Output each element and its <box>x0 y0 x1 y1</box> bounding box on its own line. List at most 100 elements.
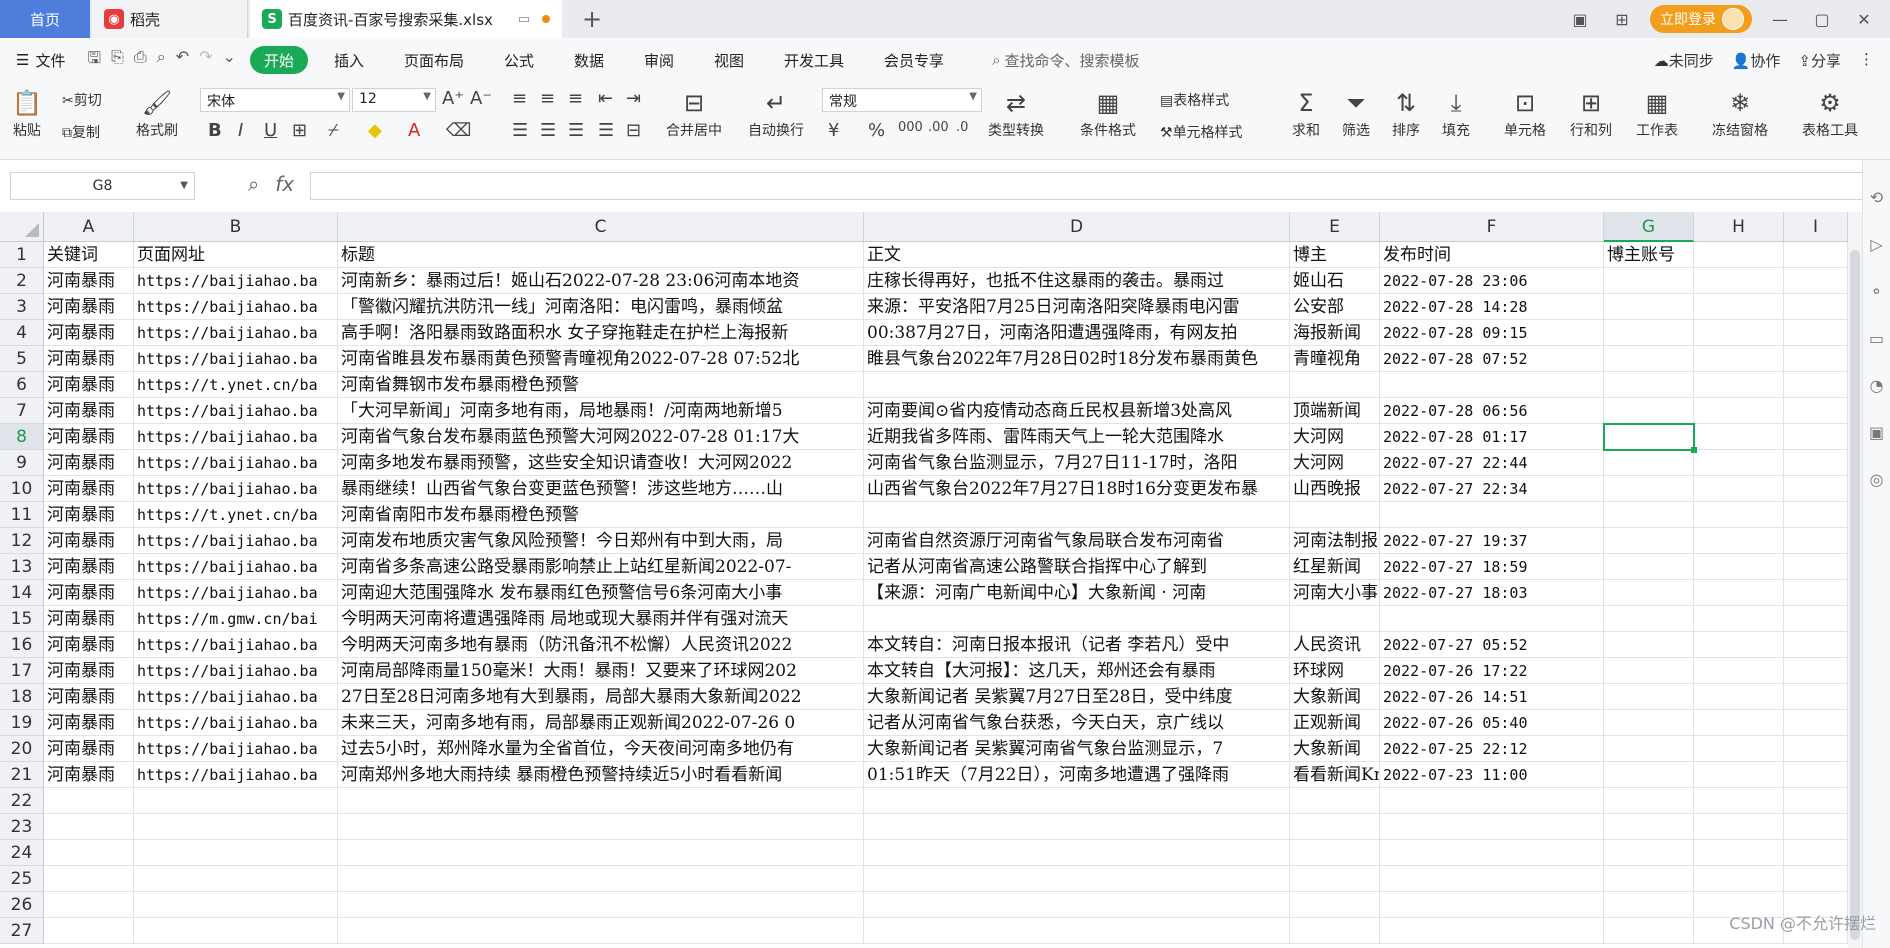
cell-a9[interactable]: 河南暴雨 <box>44 450 134 476</box>
cell-e6[interactable] <box>1290 372 1380 398</box>
cell-h15[interactable] <box>1694 606 1784 632</box>
row-header-1[interactable]: 1 <box>0 242 44 268</box>
cell-i25[interactable] <box>1784 866 1848 892</box>
cell-a26[interactable] <box>44 892 134 918</box>
side-tool-icon[interactable]: ◔ <box>1863 376 1890 395</box>
cell-e26[interactable] <box>1290 892 1380 918</box>
cell-g17[interactable] <box>1604 658 1694 684</box>
cell-f14[interactable]: 2022-07-27 18:03 <box>1380 580 1604 606</box>
align-right-icon[interactable]: ☰ <box>568 120 584 141</box>
cell-c24[interactable] <box>338 840 864 866</box>
cell-h5[interactable] <box>1694 346 1784 372</box>
tab-data[interactable]: 数据 <box>554 38 624 82</box>
cell-a15[interactable]: 河南暴雨 <box>44 606 134 632</box>
cell-d1[interactable]: 正文 <box>864 242 1290 268</box>
cell-a13[interactable]: 河南暴雨 <box>44 554 134 580</box>
cell-g4[interactable] <box>1604 320 1694 346</box>
cell-e8[interactable]: 大河网 <box>1290 424 1380 450</box>
table-tools-button[interactable]: ⚙ 表格工具 <box>1802 86 1858 140</box>
cell-h13[interactable] <box>1694 554 1784 580</box>
undo-icon[interactable]: ↶ <box>176 47 189 74</box>
cell-a5[interactable]: 河南暴雨 <box>44 346 134 372</box>
row-header-20[interactable]: 20 <box>0 736 44 762</box>
cell-d6[interactable] <box>864 372 1290 398</box>
tab-document[interactable]: S 百度资讯-百家号搜索采集.xlsx ▭ <box>250 0 562 38</box>
cell-f4[interactable]: 2022-07-28 09:15 <box>1380 320 1604 346</box>
cell-f26[interactable] <box>1380 892 1604 918</box>
indent-increase-icon[interactable]: ⇥ <box>626 88 641 109</box>
row-header-21[interactable]: 21 <box>0 762 44 788</box>
column-header-d[interactable]: D <box>864 212 1290 242</box>
cell-f6[interactable] <box>1380 372 1604 398</box>
cell-c9[interactable]: 河南多地发布暴雨预警，这些安全知识请查收！大河网2022 <box>338 450 864 476</box>
cell-i14[interactable] <box>1784 580 1848 606</box>
row-header-26[interactable]: 26 <box>0 892 44 918</box>
row-header-11[interactable]: 11 <box>0 502 44 528</box>
cell-c22[interactable] <box>338 788 864 814</box>
align-middle-icon[interactable]: ≡ <box>540 88 555 109</box>
format-painter-button[interactable]: 🖌 格式刷 <box>136 86 178 140</box>
cell-i15[interactable] <box>1784 606 1848 632</box>
cell-a6[interactable]: 河南暴雨 <box>44 372 134 398</box>
cell-i4[interactable] <box>1784 320 1848 346</box>
italic-icon[interactable]: I <box>238 120 243 141</box>
cell-g2[interactable] <box>1604 268 1694 294</box>
cell-b20[interactable]: https://baijiahao.ba <box>134 736 338 762</box>
increase-decimal-icon[interactable]: .00 <box>928 120 949 135</box>
cell-e18[interactable]: 大象新闻 <box>1290 684 1380 710</box>
cell-d22[interactable] <box>864 788 1290 814</box>
cell-i9[interactable] <box>1784 450 1848 476</box>
cell-h4[interactable] <box>1694 320 1784 346</box>
cell-i17[interactable] <box>1784 658 1848 684</box>
justify-icon[interactable]: ☰ <box>598 120 614 141</box>
cell-e1[interactable]: 博主 <box>1290 242 1380 268</box>
minimize-icon[interactable]: — <box>1766 10 1794 29</box>
conditional-format-button[interactable]: ▦ 条件格式 <box>1080 86 1136 140</box>
cell-g27[interactable] <box>1604 918 1694 944</box>
cell-g13[interactable] <box>1604 554 1694 580</box>
cell-f7[interactable]: 2022-07-28 06:56 <box>1380 398 1604 424</box>
cell-e5[interactable]: 青曈视角 <box>1290 346 1380 372</box>
cell-i12[interactable] <box>1784 528 1848 554</box>
cell-f1[interactable]: 发布时间 <box>1380 242 1604 268</box>
cell-d7[interactable]: 河南要闻⊙省内疫情动态商丘民权县新增3处高风 <box>864 398 1290 424</box>
cell-e7[interactable]: 顶端新闻 <box>1290 398 1380 424</box>
cell-a18[interactable]: 河南暴雨 <box>44 684 134 710</box>
cell-b2[interactable]: https://baijiahao.ba <box>134 268 338 294</box>
cell-f13[interactable]: 2022-07-27 18:59 <box>1380 554 1604 580</box>
cell-c10[interactable]: 暴雨继续！山西省气象台变更蓝色预警！涉这些地方……山 <box>338 476 864 502</box>
tab-view[interactable]: 视图 <box>694 38 764 82</box>
fx-icon[interactable]: fx <box>275 172 294 196</box>
cell-b1[interactable]: 页面网址 <box>134 242 338 268</box>
cell-g11[interactable] <box>1604 502 1694 528</box>
clear-format-icon[interactable]: ⌫ <box>446 120 471 141</box>
collab-button[interactable]: 👤协作 <box>1732 50 1781 71</box>
cell-a23[interactable] <box>44 814 134 840</box>
cell-h6[interactable] <box>1694 372 1784 398</box>
cell-g24[interactable] <box>1604 840 1694 866</box>
cell-b16[interactable]: https://baijiahao.ba <box>134 632 338 658</box>
cell-c3[interactable]: 「警徽闪耀抗洪防汛一线」河南洛阳：电闪雷鸣，暴雨倾盆 <box>338 294 864 320</box>
cell-d27[interactable] <box>864 918 1290 944</box>
row-header-14[interactable]: 14 <box>0 580 44 606</box>
align-center-icon[interactable]: ☰ <box>540 120 556 141</box>
cell-f21[interactable]: 2022-07-23 11:00 <box>1380 762 1604 788</box>
row-header-17[interactable]: 17 <box>0 658 44 684</box>
cell-d26[interactable] <box>864 892 1290 918</box>
merge-center-button[interactable]: ⊟ 合并居中 <box>666 86 722 140</box>
cell-f18[interactable]: 2022-07-26 14:51 <box>1380 684 1604 710</box>
number-format-select[interactable]: 常规 ▼ <box>822 88 982 112</box>
cell-a2[interactable]: 河南暴雨 <box>44 268 134 294</box>
cell-g25[interactable] <box>1604 866 1694 892</box>
increase-font-icon[interactable]: A⁺ <box>442 88 464 109</box>
cell-g5[interactable] <box>1604 346 1694 372</box>
cell-h9[interactable] <box>1694 450 1784 476</box>
cell-c8[interactable]: 河南省气象台发布暴雨蓝色预警大河网2022-07-28 01:17大 <box>338 424 864 450</box>
row-header-3[interactable]: 3 <box>0 294 44 320</box>
cell-b24[interactable] <box>134 840 338 866</box>
side-tool-icon[interactable]: ▭ <box>1863 329 1890 348</box>
cell-d21[interactable]: 01:51昨天（7月22日），河南多地遭遇了强降雨 <box>864 762 1290 788</box>
cut-button[interactable]: ✂剪切 <box>62 90 102 110</box>
cell-f19[interactable]: 2022-07-26 05:40 <box>1380 710 1604 736</box>
cell-b15[interactable]: https://m.gmw.cn/bai <box>134 606 338 632</box>
